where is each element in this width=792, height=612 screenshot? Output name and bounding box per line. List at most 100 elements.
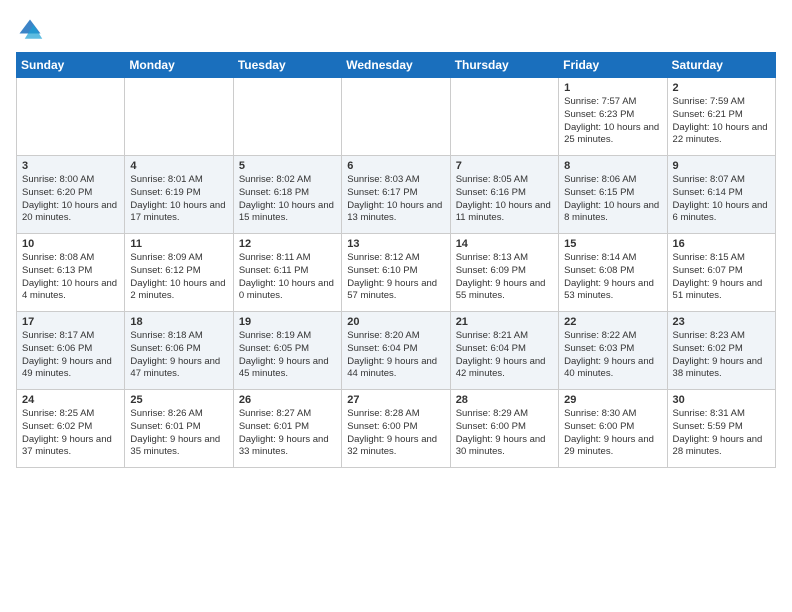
page-header xyxy=(16,16,776,44)
calendar-cell: 27 Sunrise: 8:28 AM Sunset: 6:00 PM Dayli… xyxy=(342,390,450,468)
day-info: Sunrise: 8:03 AM Sunset: 6:17 PM Dayligh… xyxy=(347,174,444,225)
day-info: Sunrise: 8:17 AM Sunset: 6:06 PM Dayligh… xyxy=(22,330,119,381)
day-number: 4 xyxy=(130,160,227,172)
calendar-week-row: 17 Sunrise: 8:17 AM Sunset: 6:06 PM Dayli… xyxy=(17,312,776,390)
day-info: Sunrise: 8:26 AM Sunset: 6:01 PM Dayligh… xyxy=(130,408,227,459)
day-info: Sunrise: 8:22 AM Sunset: 6:03 PM Dayligh… xyxy=(564,330,661,381)
day-number: 23 xyxy=(673,316,770,328)
calendar-cell: 6 Sunrise: 8:03 AM Sunset: 6:17 PM Daylig… xyxy=(342,156,450,234)
calendar-cell: 3 Sunrise: 8:00 AM Sunset: 6:20 PM Daylig… xyxy=(17,156,125,234)
day-info: Sunrise: 8:15 AM Sunset: 6:07 PM Dayligh… xyxy=(673,252,770,303)
calendar-cell: 14 Sunrise: 8:13 AM Sunset: 6:09 PM Dayli… xyxy=(450,234,558,312)
day-number: 10 xyxy=(22,238,119,250)
day-number: 6 xyxy=(347,160,444,172)
day-info: Sunrise: 8:20 AM Sunset: 6:04 PM Dayligh… xyxy=(347,330,444,381)
logo xyxy=(16,16,48,44)
calendar-cell xyxy=(233,78,341,156)
day-info: Sunrise: 8:09 AM Sunset: 6:12 PM Dayligh… xyxy=(130,252,227,303)
calendar-cell: 5 Sunrise: 8:02 AM Sunset: 6:18 PM Daylig… xyxy=(233,156,341,234)
day-info: Sunrise: 8:07 AM Sunset: 6:14 PM Dayligh… xyxy=(673,174,770,225)
calendar-cell xyxy=(125,78,233,156)
day-info: Sunrise: 7:59 AM Sunset: 6:21 PM Dayligh… xyxy=(673,96,770,147)
day-info: Sunrise: 8:28 AM Sunset: 6:00 PM Dayligh… xyxy=(347,408,444,459)
day-info: Sunrise: 8:05 AM Sunset: 6:16 PM Dayligh… xyxy=(456,174,553,225)
calendar-cell xyxy=(342,78,450,156)
day-number: 29 xyxy=(564,394,661,406)
day-info: Sunrise: 8:14 AM Sunset: 6:08 PM Dayligh… xyxy=(564,252,661,303)
day-number: 8 xyxy=(564,160,661,172)
calendar-cell: 22 Sunrise: 8:22 AM Sunset: 6:03 PM Dayli… xyxy=(559,312,667,390)
calendar-cell: 21 Sunrise: 8:21 AM Sunset: 6:04 PM Dayli… xyxy=(450,312,558,390)
day-info: Sunrise: 8:30 AM Sunset: 6:00 PM Dayligh… xyxy=(564,408,661,459)
day-info: Sunrise: 8:06 AM Sunset: 6:15 PM Dayligh… xyxy=(564,174,661,225)
day-number: 5 xyxy=(239,160,336,172)
calendar-cell: 7 Sunrise: 8:05 AM Sunset: 6:16 PM Daylig… xyxy=(450,156,558,234)
weekday-header: Friday xyxy=(559,53,667,78)
weekday-header: Thursday xyxy=(450,53,558,78)
calendar-cell xyxy=(17,78,125,156)
calendar-cell xyxy=(450,78,558,156)
calendar-week-row: 10 Sunrise: 8:08 AM Sunset: 6:13 PM Dayli… xyxy=(17,234,776,312)
day-number: 22 xyxy=(564,316,661,328)
calendar-cell: 12Sunrise: 8:11 AM Sunset: 6:11 PM Dayli… xyxy=(233,234,341,312)
day-info: Sunrise: 8:21 AM Sunset: 6:04 PM Dayligh… xyxy=(456,330,553,381)
calendar: SundayMondayTuesdayWednesdayThursdayFrid… xyxy=(16,52,776,468)
day-number: 2 xyxy=(673,82,770,94)
day-number: 14 xyxy=(456,238,553,250)
day-info: Sunrise: 8:27 AM Sunset: 6:01 PM Dayligh… xyxy=(239,408,336,459)
calendar-cell: 2 Sunrise: 7:59 AM Sunset: 6:21 PM Daylig… xyxy=(667,78,775,156)
calendar-cell: 10 Sunrise: 8:08 AM Sunset: 6:13 PM Dayli… xyxy=(17,234,125,312)
day-number: 28 xyxy=(456,394,553,406)
day-number: 30 xyxy=(673,394,770,406)
day-number: 24 xyxy=(22,394,119,406)
calendar-week-row: 24 Sunrise: 8:25 AM Sunset: 6:02 PM Dayli… xyxy=(17,390,776,468)
day-info: Sunrise: 8:08 AM Sunset: 6:13 PM Dayligh… xyxy=(22,252,119,303)
day-number: 7 xyxy=(456,160,553,172)
calendar-cell: 23 Sunrise: 8:23 AM Sunset: 6:02 PM Dayli… xyxy=(667,312,775,390)
calendar-cell: 30 Sunrise: 8:31 AM Sunset: 5:59 PM Dayli… xyxy=(667,390,775,468)
calendar-cell: 28Sunrise: 8:29 AM Sunset: 6:00 PM Dayli… xyxy=(450,390,558,468)
day-info: Sunrise: 8:13 AM Sunset: 6:09 PM Dayligh… xyxy=(456,252,553,303)
calendar-cell: 4 Sunrise: 8:01 AM Sunset: 6:19 PM Daylig… xyxy=(125,156,233,234)
calendar-cell: 25 Sunrise: 8:26 AM Sunset: 6:01 PM Dayli… xyxy=(125,390,233,468)
day-number: 11 xyxy=(130,238,227,250)
calendar-cell: 8 Sunrise: 8:06 AM Sunset: 6:15 PM Daylig… xyxy=(559,156,667,234)
day-number: 26 xyxy=(239,394,336,406)
calendar-cell: 16 Sunrise: 8:15 AM Sunset: 6:07 PM Dayli… xyxy=(667,234,775,312)
weekday-header: Sunday xyxy=(17,53,125,78)
calendar-cell: 13Sunrise: 8:12 AM Sunset: 6:10 PM Dayli… xyxy=(342,234,450,312)
day-info: Sunrise: 8:25 AM Sunset: 6:02 PM Dayligh… xyxy=(22,408,119,459)
weekday-header: Wednesday xyxy=(342,53,450,78)
day-info: Sunrise: 8:00 AM Sunset: 6:20 PM Dayligh… xyxy=(22,174,119,225)
calendar-cell: 26 Sunrise: 8:27 AM Sunset: 6:01 PM Dayli… xyxy=(233,390,341,468)
calendar-cell: 1 Sunrise: 7:57 AM Sunset: 6:23 PM Daylig… xyxy=(559,78,667,156)
day-number: 3 xyxy=(22,160,119,172)
day-number: 17 xyxy=(22,316,119,328)
logo-icon xyxy=(16,16,44,44)
day-info: Sunrise: 8:01 AM Sunset: 6:19 PM Dayligh… xyxy=(130,174,227,225)
day-number: 1 xyxy=(564,82,661,94)
day-info: Sunrise: 7:57 AM Sunset: 6:23 PM Dayligh… xyxy=(564,96,661,147)
day-number: 19 xyxy=(239,316,336,328)
day-info: Sunrise: 8:19 AM Sunset: 6:05 PM Dayligh… xyxy=(239,330,336,381)
day-number: 16 xyxy=(673,238,770,250)
calendar-week-row: 1 Sunrise: 7:57 AM Sunset: 6:23 PM Daylig… xyxy=(17,78,776,156)
calendar-cell: 15 Sunrise: 8:14 AM Sunset: 6:08 PM Dayli… xyxy=(559,234,667,312)
weekday-header: Monday xyxy=(125,53,233,78)
weekday-header: Tuesday xyxy=(233,53,341,78)
day-number: 25 xyxy=(130,394,227,406)
weekday-header: Saturday xyxy=(667,53,775,78)
day-number: 21 xyxy=(456,316,553,328)
day-number: 15 xyxy=(564,238,661,250)
day-info: Sunrise: 8:23 AM Sunset: 6:02 PM Dayligh… xyxy=(673,330,770,381)
day-info: Sunrise: 8:11 AM Sunset: 6:11 PM Dayligh… xyxy=(239,252,336,303)
day-number: 13 xyxy=(347,238,444,250)
day-number: 18 xyxy=(130,316,227,328)
calendar-cell: 19 Sunrise: 8:19 AM Sunset: 6:05 PM Dayli… xyxy=(233,312,341,390)
calendar-header-row: SundayMondayTuesdayWednesdayThursdayFrid… xyxy=(17,53,776,78)
day-info: Sunrise: 8:31 AM Sunset: 5:59 PM Dayligh… xyxy=(673,408,770,459)
day-info: Sunrise: 8:02 AM Sunset: 6:18 PM Dayligh… xyxy=(239,174,336,225)
day-number: 27 xyxy=(347,394,444,406)
calendar-cell: 18Sunrise: 8:18 AM Sunset: 6:06 PM Dayli… xyxy=(125,312,233,390)
calendar-cell: 17 Sunrise: 8:17 AM Sunset: 6:06 PM Dayli… xyxy=(17,312,125,390)
